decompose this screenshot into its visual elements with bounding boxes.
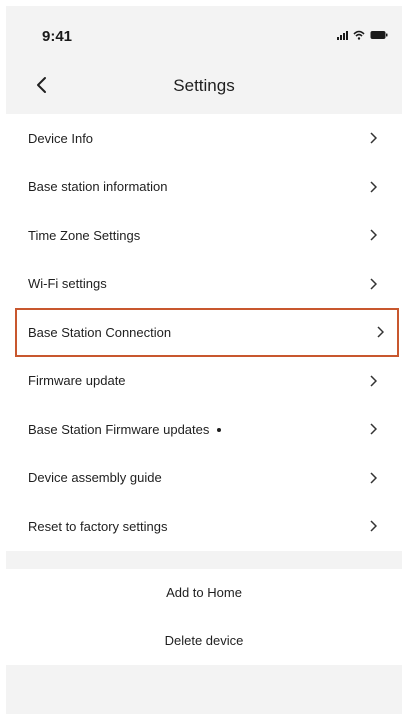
settings-item-text: Base Station Firmware updates bbox=[28, 421, 210, 437]
settings-item-label: Wi-Fi settings bbox=[28, 276, 107, 292]
page-title: Settings bbox=[173, 76, 235, 95]
cellular-signal-icon bbox=[337, 30, 348, 40]
chevron-right-icon bbox=[366, 131, 380, 145]
chevron-right-icon bbox=[366, 519, 380, 533]
battery-icon bbox=[370, 30, 388, 40]
status-time: 9:41 bbox=[42, 28, 73, 45]
settings-item-label: Firmware update bbox=[28, 373, 126, 389]
settings-item-device-assembly-guide[interactable]: Device assembly guide bbox=[6, 454, 402, 503]
nav-bar: Settings bbox=[6, 58, 402, 114]
settings-item-label: Base Station Connection bbox=[28, 324, 172, 340]
settings-item-label: Time Zone Settings bbox=[28, 227, 141, 243]
chevron-right-icon bbox=[366, 180, 380, 194]
section-divider bbox=[6, 550, 402, 569]
app-screen: 9:41 Settings Device Info Base station i… bbox=[6, 6, 402, 714]
chevron-right-icon bbox=[366, 228, 380, 242]
settings-item-label: Device assembly guide bbox=[28, 470, 162, 486]
chevron-right-icon bbox=[366, 277, 380, 291]
settings-list: Device Info Base station information Tim… bbox=[6, 114, 402, 665]
settings-item-base-station-information[interactable]: Base station information bbox=[6, 163, 402, 212]
settings-item-firmware-update[interactable]: Firmware update bbox=[6, 357, 402, 406]
chevron-right-icon bbox=[366, 471, 380, 485]
settings-item-label: Device Info bbox=[28, 130, 94, 146]
chevron-right-icon bbox=[366, 422, 380, 436]
settings-item-label: Reset to factory settings bbox=[28, 518, 168, 534]
settings-item-wifi[interactable]: Wi-Fi settings bbox=[6, 260, 402, 309]
chevron-right-icon bbox=[366, 374, 380, 388]
settings-item-device-info[interactable]: Device Info bbox=[6, 114, 402, 163]
status-icons bbox=[337, 30, 388, 40]
settings-item-label: Base Station Firmware updates bbox=[28, 422, 366, 437]
chevron-right-icon bbox=[373, 325, 387, 339]
add-to-home-button[interactable]: Add to Home bbox=[6, 569, 402, 617]
settings-item-base-station-firmware-updates[interactable]: Base Station Firmware updates bbox=[6, 405, 402, 454]
settings-item-base-station-connection[interactable]: Base Station Connection bbox=[15, 308, 399, 357]
status-bar: 9:41 bbox=[6, 6, 402, 58]
action-list: Add to Home Delete device bbox=[6, 568, 402, 665]
settings-item-time-zone[interactable]: Time Zone Settings bbox=[6, 211, 402, 260]
settings-item-reset-factory[interactable]: Reset to factory settings bbox=[6, 502, 402, 551]
update-dot-badge bbox=[217, 428, 222, 433]
wifi-icon bbox=[353, 30, 365, 40]
delete-device-button[interactable]: Delete device bbox=[6, 617, 402, 665]
settings-item-label: Base station information bbox=[28, 179, 168, 195]
